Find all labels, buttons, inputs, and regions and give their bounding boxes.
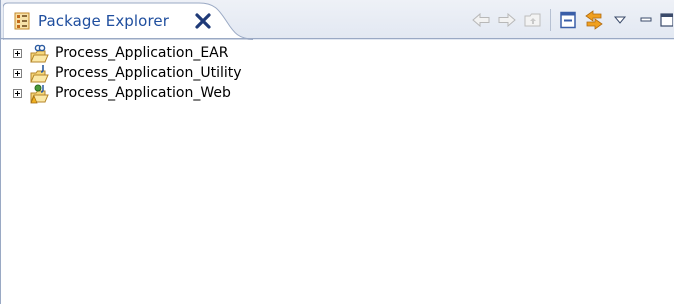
link-with-editor-icon [585,10,603,30]
expand-icon[interactable] [13,69,22,78]
java-project-icon [30,65,49,83]
tree-item-label: Process_Application_EAR [55,45,229,61]
tree-item-label: Process_Application_Web [55,85,231,101]
toolbar-separator [550,9,551,31]
forward-icon [498,12,516,28]
tree-item[interactable]: Process_Application_Web [1,84,674,104]
up-icon [524,13,541,27]
minimize-button[interactable] [633,8,659,32]
expand-icon[interactable] [13,49,22,58]
back-icon [472,12,490,28]
close-icon[interactable] [193,11,213,31]
view-toolbar [468,8,674,32]
package-explorer-view: Package Explorer Process_Application_EAR… [0,0,674,304]
tree-item[interactable]: Process_Application_EAR [1,44,674,64]
tab-package-explorer[interactable]: Package Explorer [3,2,253,40]
expand-icon[interactable] [13,89,22,98]
ear-project-icon [30,44,49,63]
up-button[interactable] [520,8,546,32]
collapse-all-icon [560,11,576,29]
minimize-icon [640,17,652,22]
tree-item[interactable]: Process_Application_Utility [1,64,674,84]
tab-label: Package Explorer [38,12,169,30]
back-button[interactable] [468,8,494,32]
package-explorer-icon [14,12,30,30]
title-bar-border [1,38,674,39]
forward-button[interactable] [494,8,520,32]
collapse-all-button[interactable] [555,8,581,32]
tree-item-label: Process_Application_Utility [55,65,242,81]
project-tree: Process_Application_EAR Process_Applicat… [1,44,674,104]
web-project-icon [30,84,49,104]
maximize-button[interactable] [659,8,674,32]
maximize-icon [660,13,673,27]
view-menu-icon [613,16,627,24]
view-title-bar: Package Explorer [1,0,674,40]
view-menu-button[interactable] [607,8,633,32]
link-with-editor-button[interactable] [581,8,607,32]
